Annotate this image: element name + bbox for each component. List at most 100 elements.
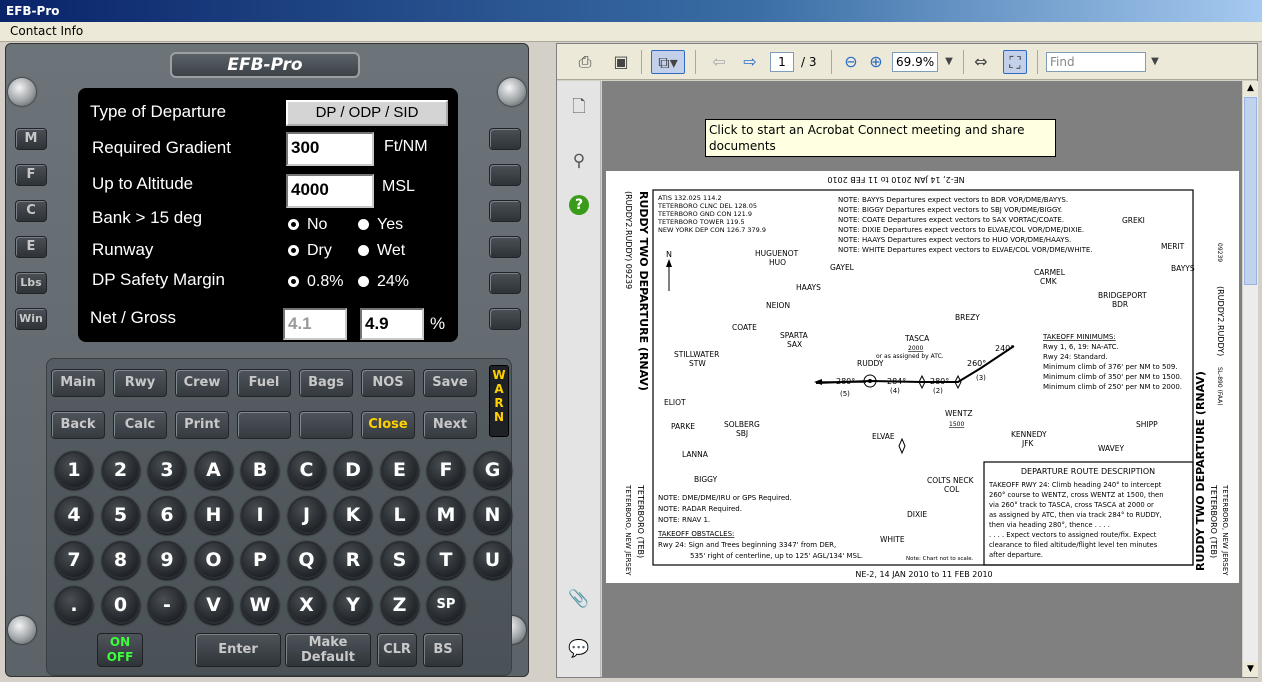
left-key-e[interactable]: E	[15, 236, 47, 258]
key-sp[interactable]: SP	[427, 586, 465, 624]
margin-08-radio[interactable]: 0.8%	[288, 273, 343, 291]
binoculars-icon[interactable]: ⚲	[567, 149, 591, 173]
key-l[interactable]: L	[380, 496, 419, 534]
margin-24-radio[interactable]: 24%	[358, 273, 409, 291]
key-u[interactable]: U	[473, 541, 512, 579]
runway-dry-radio[interactable]: Dry	[288, 242, 332, 260]
key-calc[interactable]: Calc	[113, 411, 167, 439]
attachment-icon[interactable]: 📎	[567, 587, 591, 611]
vertical-scrollbar[interactable]: ▲ ▼	[1243, 81, 1258, 677]
key-v[interactable]: V	[194, 586, 233, 624]
key-e[interactable]: E	[380, 451, 419, 489]
key-minus[interactable]: -	[148, 586, 186, 624]
key-w[interactable]: W	[241, 586, 279, 624]
key-m[interactable]: M	[427, 496, 465, 534]
key-next[interactable]: Next	[423, 411, 477, 439]
key-o[interactable]: O	[194, 541, 233, 579]
scroll-thumb[interactable]	[1244, 97, 1257, 285]
bs-key[interactable]: BS	[423, 633, 463, 667]
key-5[interactable]: 5	[101, 496, 140, 534]
left-key-f[interactable]: F	[15, 164, 47, 186]
key-7[interactable]: 7	[55, 541, 93, 579]
left-key-lbs[interactable]: Lbs	[15, 272, 47, 294]
key-bags[interactable]: Bags	[299, 369, 353, 397]
comments-icon[interactable]: 💬	[567, 637, 591, 661]
key-blank-2[interactable]	[299, 411, 353, 439]
fit-page-icon[interactable]: ⛶	[1003, 50, 1027, 74]
next-page-icon[interactable]: ⇨	[738, 50, 762, 74]
connect-meeting-icon[interactable]: ⧉▾	[651, 50, 685, 74]
clr-key[interactable]: CLR	[377, 633, 417, 667]
key-a[interactable]: A	[194, 451, 233, 489]
key-1[interactable]: 1	[55, 451, 93, 489]
fit-width-icon[interactable]: ⇔	[969, 50, 993, 74]
left-key-m[interactable]: M	[15, 128, 47, 150]
key-close[interactable]: Close	[361, 411, 415, 439]
key-d[interactable]: D	[334, 451, 372, 489]
key-0[interactable]: 0	[101, 586, 140, 624]
right-key-4[interactable]	[489, 236, 521, 258]
key-9[interactable]: 9	[148, 541, 186, 579]
key-p[interactable]: P	[241, 541, 279, 579]
key-fuel[interactable]: Fuel	[237, 369, 291, 397]
zoom-out-icon[interactable]: ⊖	[839, 50, 863, 74]
key-2[interactable]: 2	[101, 451, 140, 489]
find-input[interactable]: Find	[1046, 52, 1146, 72]
key-save[interactable]: Save	[423, 369, 477, 397]
key-rwy[interactable]: Rwy	[113, 369, 167, 397]
zoom-in-icon[interactable]: ⊕	[864, 50, 888, 74]
right-key-5[interactable]	[489, 272, 521, 294]
key-back[interactable]: Back	[51, 411, 105, 439]
key-h[interactable]: H	[194, 496, 233, 534]
key-nos[interactable]: NOS	[361, 369, 415, 397]
key-3[interactable]: 3	[148, 451, 186, 489]
key-b[interactable]: B	[241, 451, 279, 489]
menu-contact-info[interactable]: Contact Info	[0, 22, 93, 40]
key-r[interactable]: R	[334, 541, 372, 579]
right-key-6[interactable]	[489, 308, 521, 330]
key-x[interactable]: X	[287, 586, 326, 624]
key-k[interactable]: K	[334, 496, 372, 534]
help-icon[interactable]: ?	[569, 195, 589, 215]
key-print[interactable]: Print	[175, 411, 229, 439]
key-blank-1[interactable]	[237, 411, 291, 439]
pages-icon[interactable]: 🗋	[567, 95, 591, 119]
key-main[interactable]: Main	[51, 369, 105, 397]
key-y[interactable]: Y	[334, 586, 372, 624]
runway-wet-radio[interactable]: Wet	[358, 242, 405, 260]
right-key-3[interactable]	[489, 200, 521, 222]
key-z[interactable]: Z	[380, 586, 419, 624]
enter-key[interactable]: Enter	[195, 633, 281, 667]
make-default-key[interactable]: Make Default	[285, 633, 371, 667]
print-icon[interactable]: ⎙	[573, 50, 597, 74]
left-key-win[interactable]: Win	[15, 308, 47, 330]
zoom-dropdown-icon[interactable]: ▼	[937, 50, 961, 74]
key-i[interactable]: I	[241, 496, 279, 534]
left-key-c[interactable]: C	[15, 200, 47, 222]
right-key-2[interactable]	[489, 164, 521, 186]
key-4[interactable]: 4	[55, 496, 93, 534]
key-j[interactable]: J	[287, 496, 326, 534]
altitude-input[interactable]: 4000	[286, 174, 374, 208]
key-dot[interactable]: .	[55, 586, 93, 624]
key-n[interactable]: N	[473, 496, 512, 534]
scroll-up-icon[interactable]: ▲	[1243, 81, 1258, 96]
key-s[interactable]: S	[380, 541, 419, 579]
key-8[interactable]: 8	[101, 541, 140, 579]
prev-page-icon[interactable]: ⇦	[707, 50, 731, 74]
save-icon[interactable]: ▣	[609, 50, 633, 74]
find-dropdown-icon[interactable]: ▼	[1143, 50, 1167, 74]
bank-yes-radio[interactable]: Yes	[358, 216, 403, 234]
on-off-button[interactable]: ON OFF	[97, 633, 143, 667]
gradient-input[interactable]: 300	[286, 132, 374, 166]
key-crew[interactable]: Crew	[175, 369, 229, 397]
page-number-input[interactable]: 1	[770, 52, 794, 72]
key-f[interactable]: F	[427, 451, 465, 489]
key-t[interactable]: T	[427, 541, 465, 579]
scroll-down-icon[interactable]: ▼	[1243, 662, 1258, 677]
key-6[interactable]: 6	[148, 496, 186, 534]
bank-no-radio[interactable]: No	[288, 216, 327, 234]
key-g[interactable]: G	[473, 451, 512, 489]
right-key-1[interactable]	[489, 128, 521, 150]
key-c[interactable]: C	[287, 451, 326, 489]
